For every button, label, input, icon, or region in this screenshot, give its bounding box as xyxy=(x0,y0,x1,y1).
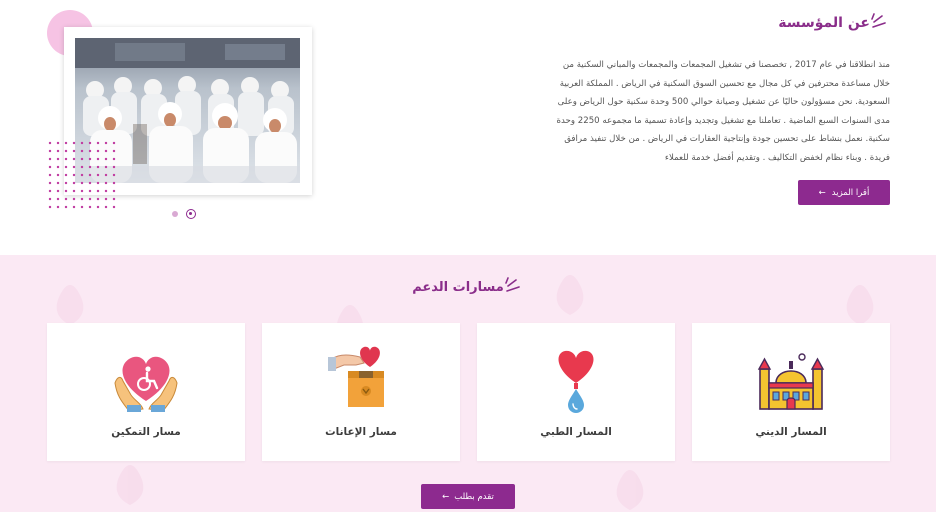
read-more-label: أقرا المزيد xyxy=(831,187,870,198)
track-card-label: مسار التمكين xyxy=(111,426,181,438)
heart-drop-icon xyxy=(558,350,594,413)
read-more-button[interactable]: أقرا المزيد ← xyxy=(798,180,890,205)
track-card-label: المسار الطبي xyxy=(540,426,612,438)
track-card-label: مسار الإعانات xyxy=(325,426,397,438)
about-heading: عن المؤسسة xyxy=(778,8,890,38)
carousel-dot-1[interactable] xyxy=(172,211,178,217)
carousel-indicators xyxy=(172,209,196,219)
track-card-medical[interactable]: المسار الطبي xyxy=(477,323,675,461)
track-card-label: المسار الديني xyxy=(755,426,827,438)
apply-label: تقدم بطلب xyxy=(454,491,494,502)
burst-icon xyxy=(505,277,520,292)
paragraph-line: فريدة . وبناء نظام لخفض التكاليف . وتقدي… xyxy=(664,152,890,163)
support-title: مسارات الدعم xyxy=(412,279,504,295)
mosque-icon xyxy=(757,353,825,410)
track-card-religious[interactable]: المسار الديني xyxy=(692,323,890,461)
arrow-left-icon: ← xyxy=(442,491,450,502)
track-card-empowerment[interactable]: مسار التمكين xyxy=(47,323,245,461)
track-card-aid[interactable]: مسار الإعانات xyxy=(262,323,460,461)
paragraph-line: سكنية. نعمل بنشاط على تحسين جودة وإنتاجي… xyxy=(564,134,890,145)
support-tracks-section: مسارات الدعم مسار التمكين مسار الإعانات xyxy=(0,255,936,512)
about-section: عن المؤسسة منذ انطلاقنا في عام 2017 , تخ… xyxy=(0,0,936,255)
apply-button[interactable]: تقدم بطلب ← xyxy=(421,484,515,509)
hands-heart-wheelchair-icon xyxy=(114,356,178,412)
support-heading: مسارات الدعم xyxy=(0,277,936,297)
donation-box-icon xyxy=(328,346,384,407)
paragraph-line: السعودية. نحن مسؤولون حاليًا عن تشغيل وص… xyxy=(557,97,890,108)
paragraph-line: منذ انطلاقنا في عام 2017 , تخصصنا في تشغ… xyxy=(562,60,890,70)
about-title: عن المؤسسة xyxy=(778,15,870,31)
arrow-left-icon: ← xyxy=(818,187,826,198)
decorative-dot-grid xyxy=(46,139,118,209)
paragraph-line: خلال مساعدة محترفين في كل مجال مع تحسين … xyxy=(559,78,890,89)
about-paragraph: منذ انطلاقنا في عام 2017 , تخصصنا في تشغ… xyxy=(478,56,890,168)
burst-icon xyxy=(871,13,886,28)
carousel-dot-2-active[interactable] xyxy=(186,209,196,219)
paragraph-line: مدى السنوات السبع الماضية . تعاملنا مع ت… xyxy=(556,115,890,126)
